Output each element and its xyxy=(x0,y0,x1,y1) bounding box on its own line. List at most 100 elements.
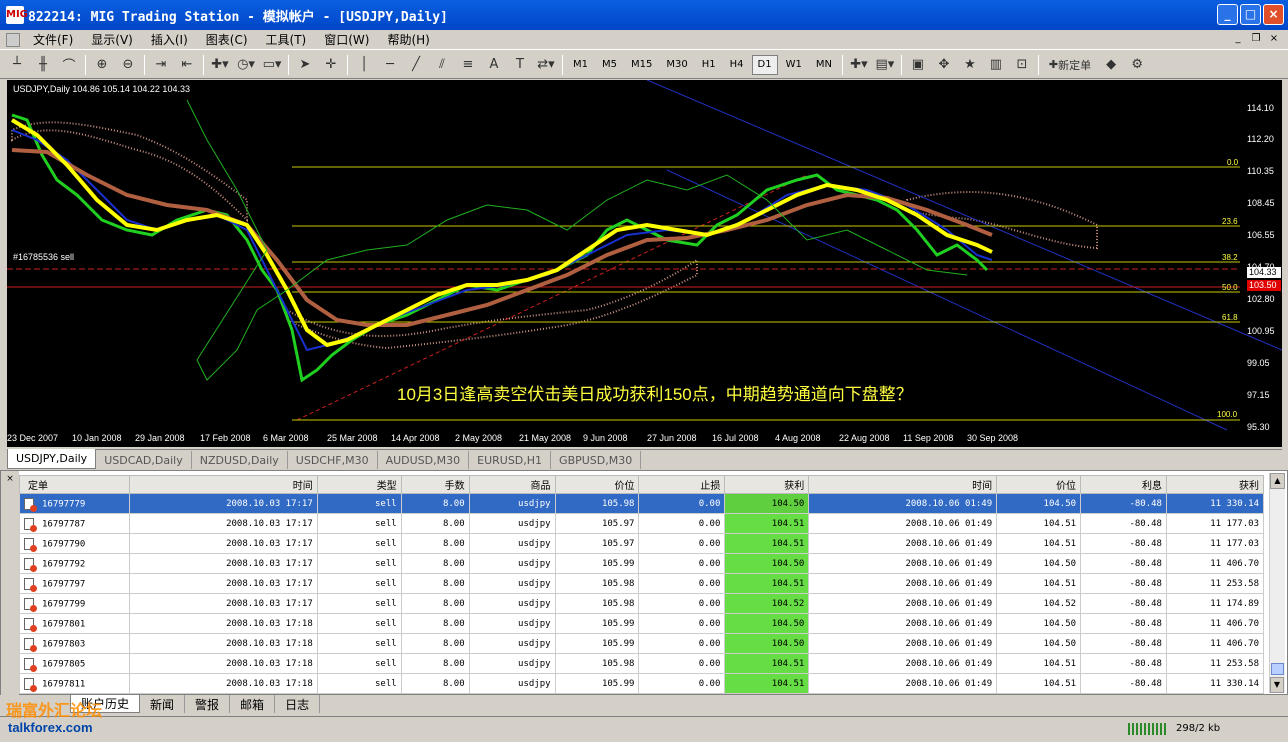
table-row[interactable]: 16797792 2008.10.03 17:17 sell 8.00 usdjpy 10… xyxy=(19,553,1265,574)
tf-m15[interactable]: M15 xyxy=(625,55,658,75)
col-lots[interactable]: 手数 xyxy=(400,475,470,494)
child-close-button[interactable]: × xyxy=(1266,32,1282,46)
chart-tab-audusd[interactable]: AUDUSD,M30 xyxy=(378,451,470,469)
arrows-icon[interactable]: ⇄▾ xyxy=(535,54,557,76)
table-row[interactable]: 16797790 2008.10.03 17:17 sell 8.00 usdjpy 10… xyxy=(19,533,1265,554)
navigator-icon[interactable]: ✥ xyxy=(933,54,955,76)
minimize-button[interactable]: _ xyxy=(1217,4,1238,25)
menu-insert[interactable]: 插入(I) xyxy=(142,31,197,48)
chart-tab-usdchf[interactable]: USDCHF,M30 xyxy=(288,451,378,469)
tf-h4[interactable]: H4 xyxy=(724,55,750,75)
menu-file[interactable]: 文件(F) xyxy=(24,31,82,48)
chart-tab-gbpusd[interactable]: GBPUSD,M30 xyxy=(551,451,642,469)
crosshair-icon[interactable]: ✛ xyxy=(320,54,342,76)
autoscroll-icon[interactable]: ⇥ xyxy=(150,54,172,76)
new-order-icon: ✚ xyxy=(1048,58,1059,71)
table-row[interactable]: 16797803 2008.10.03 17:18 sell 8.00 usdjpy 10… xyxy=(19,633,1265,654)
tab-alerts[interactable]: 警报 xyxy=(185,695,231,713)
menu-help[interactable]: 帮助(H) xyxy=(378,31,438,48)
col-profit[interactable]: 获利 xyxy=(1165,475,1265,494)
tf-m5[interactable]: M5 xyxy=(596,55,623,75)
col-time[interactable]: 时间 xyxy=(128,475,318,494)
menu-tools[interactable]: 工具(T) xyxy=(257,31,316,48)
table-row[interactable]: 16797779 2008.10.03 17:17 sell 8.00 usdjpy 10… xyxy=(19,493,1265,514)
trendline-icon[interactable]: ╱ xyxy=(405,54,427,76)
date-label: 11 Sep 2008 xyxy=(903,433,954,443)
menu-window[interactable]: 窗口(W) xyxy=(315,31,378,48)
table-row[interactable]: 16797805 2008.10.03 17:18 sell 8.00 usdjpy 10… xyxy=(19,653,1265,674)
tf-h1[interactable]: H1 xyxy=(696,55,722,75)
terminal-icon[interactable]: ▥ xyxy=(985,54,1007,76)
tf-w1[interactable]: W1 xyxy=(780,55,808,75)
tab-mailbox[interactable]: 邮箱 xyxy=(230,695,276,713)
scroll-thumb[interactable] xyxy=(1271,663,1284,675)
vertical-line-icon[interactable]: │ xyxy=(353,54,375,76)
equidistant-channel-icon[interactable]: ⫽ xyxy=(431,54,453,76)
order-ticket: 16797797 xyxy=(42,579,86,589)
zoom-in-icon[interactable]: ⊕ xyxy=(91,54,113,76)
child-minimize-button[interactable]: _ xyxy=(1230,32,1246,46)
col-tp[interactable]: 获利 xyxy=(724,475,810,494)
col-order[interactable]: 定单 xyxy=(19,475,130,494)
cursor-icon[interactable]: ➤ xyxy=(294,54,316,76)
vertical-scrollbar[interactable]: ▲ ▼ xyxy=(1269,473,1285,693)
col-swap[interactable]: 利息 xyxy=(1080,475,1167,494)
fibonacci-icon[interactable]: ≡ xyxy=(457,54,479,76)
line-chart-icon[interactable]: ⌒ xyxy=(58,54,80,76)
profiles-icon[interactable]: ▤▾ xyxy=(874,54,896,76)
indicators-icon[interactable]: ✚▾ xyxy=(209,54,231,76)
menu-view[interactable]: 显示(V) xyxy=(82,31,142,48)
candlestick-icon[interactable]: ╫ xyxy=(32,54,54,76)
table-cell: sell xyxy=(316,493,402,514)
periods-icon[interactable]: ◷▾ xyxy=(235,54,257,76)
expert-advisors-icon[interactable]: ◆ xyxy=(1100,54,1122,76)
close-icon[interactable]: × xyxy=(1,474,19,484)
maximize-button[interactable]: □ xyxy=(1240,4,1261,25)
chart-tab-usdcad[interactable]: USDCAD,Daily xyxy=(96,451,192,469)
scroll-up-icon[interactable]: ▲ xyxy=(1270,473,1285,489)
col-type[interactable]: 类型 xyxy=(316,475,402,494)
table-row[interactable]: 16797787 2008.10.03 17:17 sell 8.00 usdjpy 10… xyxy=(19,513,1265,534)
price-chart[interactable]: USDJPY,Daily 104.86 105.14 104.22 104.33… xyxy=(7,80,1282,447)
current-price-tag: 104.33 xyxy=(1247,267,1281,278)
table-row[interactable]: 16797811 2008.10.03 17:18 sell 8.00 usdjpy 10… xyxy=(19,673,1265,694)
tf-m30[interactable]: M30 xyxy=(660,55,693,75)
chart-tab-usdjpy[interactable]: USDJPY,Daily xyxy=(7,449,97,469)
date-label: 17 Feb 2008 xyxy=(200,433,251,443)
tab-journal[interactable]: 日志 xyxy=(275,695,321,713)
table-row[interactable]: 16797797 2008.10.03 17:17 sell 8.00 usdjpy 10… xyxy=(19,573,1265,594)
order-ticket: 16797801 xyxy=(42,619,86,629)
col-price[interactable]: 价位 xyxy=(554,475,640,494)
tester-icon[interactable]: ⊡ xyxy=(1011,54,1033,76)
new-order-button[interactable]: ✚ 新定单 xyxy=(1044,54,1096,76)
chart-tab-eurusd[interactable]: EURUSD,H1 xyxy=(469,451,552,469)
new-chart-icon[interactable]: ✚▾ xyxy=(848,54,870,76)
chart-tab-nzdusd[interactable]: NZDUSD,Daily xyxy=(192,451,288,469)
horizontal-line-icon[interactable]: ─ xyxy=(379,54,401,76)
col-symbol[interactable]: 商品 xyxy=(468,475,556,494)
table-row[interactable]: 16797799 2008.10.03 17:17 sell 8.00 usdjpy 10… xyxy=(19,593,1265,614)
chart-window-icon[interactable] xyxy=(6,32,20,47)
child-restore-button[interactable]: ❐ xyxy=(1248,32,1264,46)
close-button[interactable]: × xyxy=(1263,4,1284,25)
menu-charts[interactable]: 图表(C) xyxy=(197,31,257,48)
table-row[interactable]: 16797801 2008.10.03 17:18 sell 8.00 usdjpy 10… xyxy=(19,613,1265,634)
chart-shift-icon[interactable]: ⇤ xyxy=(176,54,198,76)
col-close-price[interactable]: 价位 xyxy=(996,475,1082,494)
text-label-icon[interactable]: T xyxy=(509,54,531,76)
table-cell: 0.00 xyxy=(638,553,726,574)
bar-chart-icon[interactable]: ┴ xyxy=(6,54,28,76)
text-icon[interactable]: A xyxy=(483,54,505,76)
scroll-down-icon[interactable]: ▼ xyxy=(1270,677,1284,693)
zoom-out-icon[interactable]: ⊖ xyxy=(117,54,139,76)
market-watch-icon[interactable]: ▣ xyxy=(907,54,929,76)
tab-news[interactable]: 新闻 xyxy=(140,695,186,713)
favorites-icon[interactable]: ★ xyxy=(959,54,981,76)
col-sl[interactable]: 止损 xyxy=(638,475,726,494)
templates-icon[interactable]: ▭▾ xyxy=(261,54,283,76)
options-icon[interactable]: ⚙ xyxy=(1126,54,1148,76)
tf-d1[interactable]: D1 xyxy=(751,54,778,75)
col-close-time[interactable]: 时间 xyxy=(808,475,998,494)
tf-m1[interactable]: M1 xyxy=(567,55,594,75)
tf-mn[interactable]: MN xyxy=(810,55,838,75)
